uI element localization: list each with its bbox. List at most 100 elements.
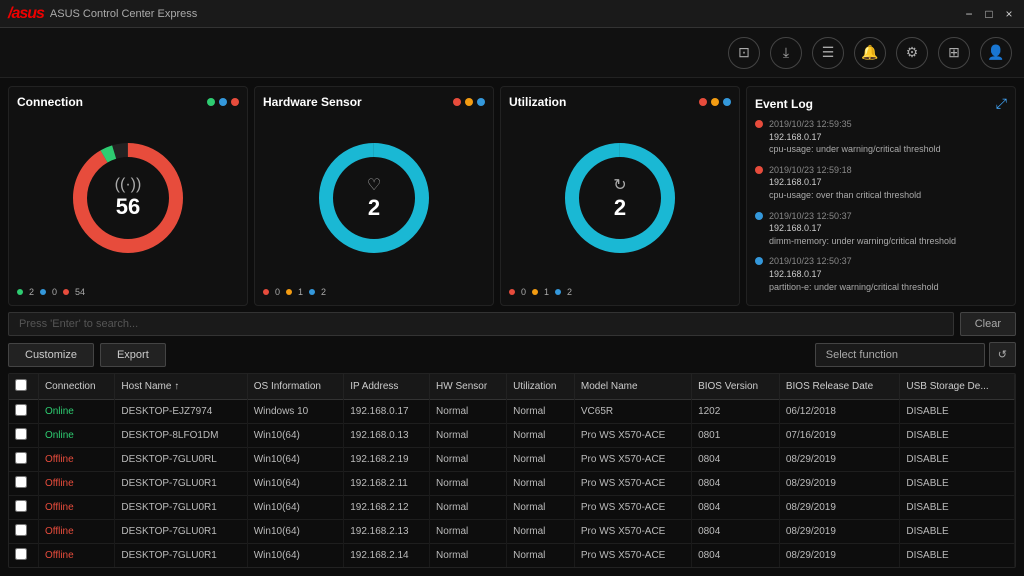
table-cell: Online (38, 424, 114, 448)
event-dot (755, 257, 763, 265)
footer-dot-blue (40, 289, 46, 295)
table-cell: Win10(64) (247, 472, 343, 496)
row-checkbox[interactable] (15, 428, 27, 440)
hardware-sensor-legend (453, 98, 485, 106)
table-cell: Normal (507, 448, 575, 472)
table-row[interactable]: OnlineDESKTOP-8LFO1DMWin10(64)192.168.0.… (9, 424, 1015, 448)
utilization-value: 2 (613, 195, 626, 221)
table-cell: 0804 (692, 568, 780, 569)
user-icon[interactable]: 👤 (980, 37, 1012, 69)
util-footer-label-0: 0 (521, 287, 526, 297)
table-cell: Pro WS X570-ACE (574, 568, 691, 569)
event-desc: dimm-memory: under warning/critical thre… (769, 235, 956, 248)
table-cell: 0801 (692, 424, 780, 448)
table-header-cell[interactable]: Host Name ↑ (115, 374, 247, 400)
legend-red (231, 98, 239, 106)
table-header-cell: Model Name (574, 374, 691, 400)
table-row[interactable]: OfflineDESKTOP-7GLU0R1Win10(64)192.168.2… (9, 544, 1015, 568)
table-header-cell: HW Sensor (430, 374, 507, 400)
row-checkbox[interactable] (15, 500, 27, 512)
hw-footer-label-2: 2 (321, 287, 326, 297)
table-cell (9, 496, 38, 520)
row-checkbox[interactable] (15, 404, 27, 416)
event-log-item: 2019/10/23 12:50:37 192.168.0.17 partiti… (755, 255, 1007, 293)
table-cell (9, 520, 38, 544)
row-checkbox[interactable] (15, 452, 27, 464)
table-row[interactable]: OnlineDESKTOP-EJZ7974Windows 10192.168.0… (9, 400, 1015, 424)
search-input[interactable] (8, 312, 954, 336)
utilization-label: ↻ 2 (613, 175, 626, 221)
table-row[interactable]: OfflineDESKTOP-7GLU0R1Win10(64)192.168.2… (9, 496, 1015, 520)
table-cell: 192.168.2.19 (344, 448, 430, 472)
table-row[interactable]: OfflineDESKTOP-7GLU0RLWin10(64)192.168.2… (9, 448, 1015, 472)
event-dot (755, 120, 763, 128)
refresh-button[interactable]: ↺ (989, 342, 1016, 367)
row-checkbox[interactable] (15, 524, 27, 536)
maximize-button[interactable]: □ (982, 7, 996, 21)
event-text: 2019/10/23 12:59:18 192.168.0.17 cpu-usa… (769, 164, 921, 202)
table-cell: 192.168.0.13 (344, 424, 430, 448)
minimize-button[interactable]: − (962, 7, 976, 21)
table-cell: Pro WS X570-ACE (574, 544, 691, 568)
table-cell: 192.168.2.13 (344, 520, 430, 544)
table-cell (9, 448, 38, 472)
monitor-icon[interactable]: ⊡ (728, 37, 760, 69)
hardware-sensor-value: 2 (367, 195, 381, 221)
main: Connection (0, 78, 1024, 576)
table-cell: Win10(64) (247, 448, 343, 472)
gear-icon[interactable]: ⚙ (896, 37, 928, 69)
list-icon[interactable]: ☰ (812, 37, 844, 69)
table-cell: DESKTOP-EJZ7974 (115, 400, 247, 424)
table-cell: Pro WS X570-ACE (574, 472, 691, 496)
table-cell: 08/29/2019 (779, 544, 900, 568)
util-footer-red (509, 289, 515, 295)
util-footer-label-1: 1 (544, 287, 549, 297)
close-button[interactable]: × (1002, 7, 1016, 21)
row-checkbox[interactable] (15, 548, 27, 560)
event-time: 2019/10/23 12:59:35 (769, 118, 941, 131)
table-row[interactable]: OfflineDESKTOP-7GLU0R1Win10(64)192.168.2… (9, 568, 1015, 569)
table-cell: DESKTOP-7GLU0R1 (115, 496, 247, 520)
table-cell: 0804 (692, 496, 780, 520)
table-cell: DESKTOP-7GLU0R1 (115, 544, 247, 568)
table-cell: Offline (38, 472, 114, 496)
table-cell: Win10(64) (247, 520, 343, 544)
table-cell: Normal (430, 544, 507, 568)
utilization-footer: 0 1 2 (509, 287, 731, 297)
select-all-checkbox[interactable] (15, 379, 27, 391)
row-checkbox[interactable] (15, 476, 27, 488)
event-log-item: 2019/10/23 12:50:37 192.168.0.17 dimm-me… (755, 210, 1007, 248)
clear-button[interactable]: Clear (960, 312, 1016, 336)
event-dot (755, 166, 763, 174)
grid-icon[interactable]: ⊞ (938, 37, 970, 69)
export-button[interactable]: Export (100, 343, 166, 367)
table-cell: DISABLE (900, 448, 1015, 472)
table-header-cell: OS Information (247, 374, 343, 400)
table-row[interactable]: OfflineDESKTOP-7GLU0R1Win10(64)192.168.2… (9, 520, 1015, 544)
utilization-header: Utilization (509, 95, 731, 109)
utilization-legend (699, 98, 731, 106)
hw-footer-red (263, 289, 269, 295)
download-icon[interactable]: ⤓ (770, 37, 802, 69)
utilization-card: Utilization ↻ (500, 86, 740, 306)
event-log-title: Event Log (755, 97, 813, 111)
footer-label-green: 2 (29, 287, 34, 297)
table-cell: Normal (430, 568, 507, 569)
customize-button[interactable]: Customize (8, 343, 94, 367)
table-cell: 08/29/2019 (779, 496, 900, 520)
event-time: 2019/10/23 12:50:37 (769, 255, 939, 268)
hardware-sensor-header: Hardware Sensor (263, 95, 485, 109)
table-cell: Normal (430, 472, 507, 496)
legend-blue (219, 98, 227, 106)
table-cell: Windows 10 (247, 400, 343, 424)
table-cell: Normal (430, 448, 507, 472)
select-function-dropdown[interactable]: Select function (815, 343, 985, 367)
hw-footer-blue (309, 289, 315, 295)
table-row[interactable]: OfflineDESKTOP-7GLU0R1Win10(64)192.168.2… (9, 472, 1015, 496)
table-cell: 0804 (692, 472, 780, 496)
table-cell: DISABLE (900, 472, 1015, 496)
footer-label-red: 54 (75, 287, 85, 297)
bell-icon[interactable]: 🔔 (854, 37, 886, 69)
expand-icon[interactable]: ⤢ (996, 95, 1007, 112)
table-cell: Normal (507, 400, 575, 424)
